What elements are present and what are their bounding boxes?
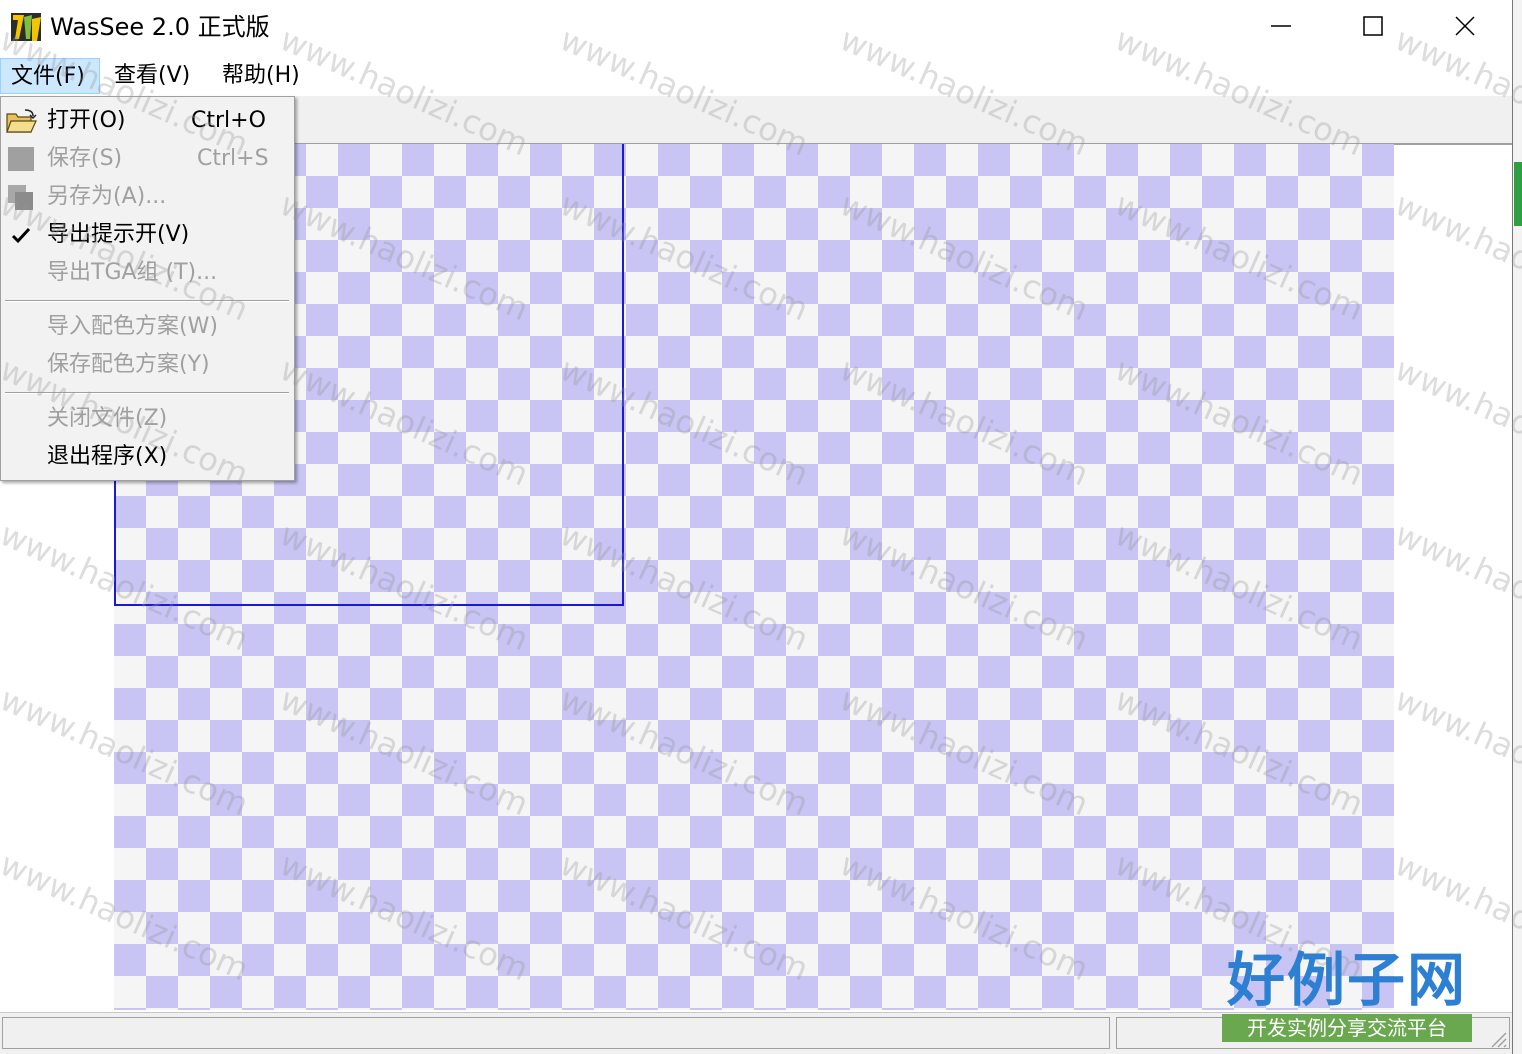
maximize-button[interactable] (1327, 0, 1419, 52)
menu-item-save-as[interactable]: 另存为(A)... (1, 178, 294, 216)
menu-item-open[interactable]: 打开(O) Ctrl+O (1, 102, 294, 140)
menu-item-label: 打开(O) (47, 108, 126, 133)
title-bar: WasSee 2.0 正式版 (0, 0, 1512, 52)
minimize-button[interactable] (1235, 0, 1327, 52)
menu-separator (5, 300, 289, 302)
menu-item-label: 保存(S) (47, 146, 123, 171)
menu-item-label: 关闭文件(Z) (47, 406, 168, 431)
save-icon (8, 147, 34, 171)
open-folder-icon (6, 109, 37, 133)
status-pane-main (2, 1017, 1110, 1049)
menu-file[interactable]: 文件(F) (0, 58, 100, 94)
checkmark-icon (11, 227, 31, 244)
brand-logo: 好例子网 开发实例分享交流平台 (1222, 948, 1472, 1042)
menu-help[interactable]: 帮助(H) (212, 58, 316, 94)
minimize-icon (1271, 25, 1291, 27)
menu-separator (5, 392, 289, 394)
background-window-edge (1512, 0, 1522, 1054)
menu-item-close-file[interactable]: 关闭文件(Z) (1, 400, 294, 438)
menu-item-import-scheme[interactable]: 导入配色方案(W) (1, 308, 294, 346)
menu-view[interactable]: 查看(V) (104, 58, 204, 94)
menu-item-save[interactable]: 保存(S) Ctrl+S (1, 140, 294, 178)
menu-item-label: 退出程序(X) (47, 444, 168, 469)
app-window: WasSee 2.0 正式版 文件(F) 查看(V) 帮助(H) 打开(O) C… (0, 0, 1512, 1054)
menu-item-label: 另存为(A)... (47, 184, 167, 209)
file-dropdown-menu: 打开(O) Ctrl+O 保存(S) Ctrl+S 另存为(A)... 导出提示… (0, 96, 295, 481)
wassee-app-icon (11, 13, 41, 41)
menu-item-shortcut: Ctrl+O (191, 108, 266, 133)
menu-item-save-scheme[interactable]: 保存配色方案(Y) (1, 346, 294, 384)
background-window-accent (1514, 162, 1522, 226)
menu-item-label: 导出TGA组 (T)... (47, 260, 218, 285)
save-as-icon (8, 185, 33, 210)
brand-subtitle: 开发实例分享交流平台 (1222, 1014, 1472, 1042)
menu-item-label: 导入配色方案(W) (47, 314, 218, 339)
menu-bar: 文件(F) 查看(V) 帮助(H) (0, 56, 1512, 96)
maximize-icon (1363, 16, 1383, 36)
menu-item-shortcut: Ctrl+S (197, 146, 269, 171)
window-title: WasSee 2.0 正式版 (50, 13, 270, 41)
menu-item-export-hint[interactable]: 导出提示开(V) (1, 216, 294, 254)
menu-item-label: 保存配色方案(Y) (47, 352, 210, 377)
menu-item-label: 导出提示开(V) (47, 222, 190, 247)
close-icon (1455, 16, 1475, 36)
menu-item-export-tga[interactable]: 导出TGA组 (T)... (1, 254, 294, 292)
brand-title: 好例子网 (1226, 946, 1467, 1014)
size-grip-icon[interactable] (1486, 1027, 1508, 1049)
close-button[interactable] (1419, 0, 1511, 52)
menu-item-exit[interactable]: 退出程序(X) (1, 438, 294, 476)
